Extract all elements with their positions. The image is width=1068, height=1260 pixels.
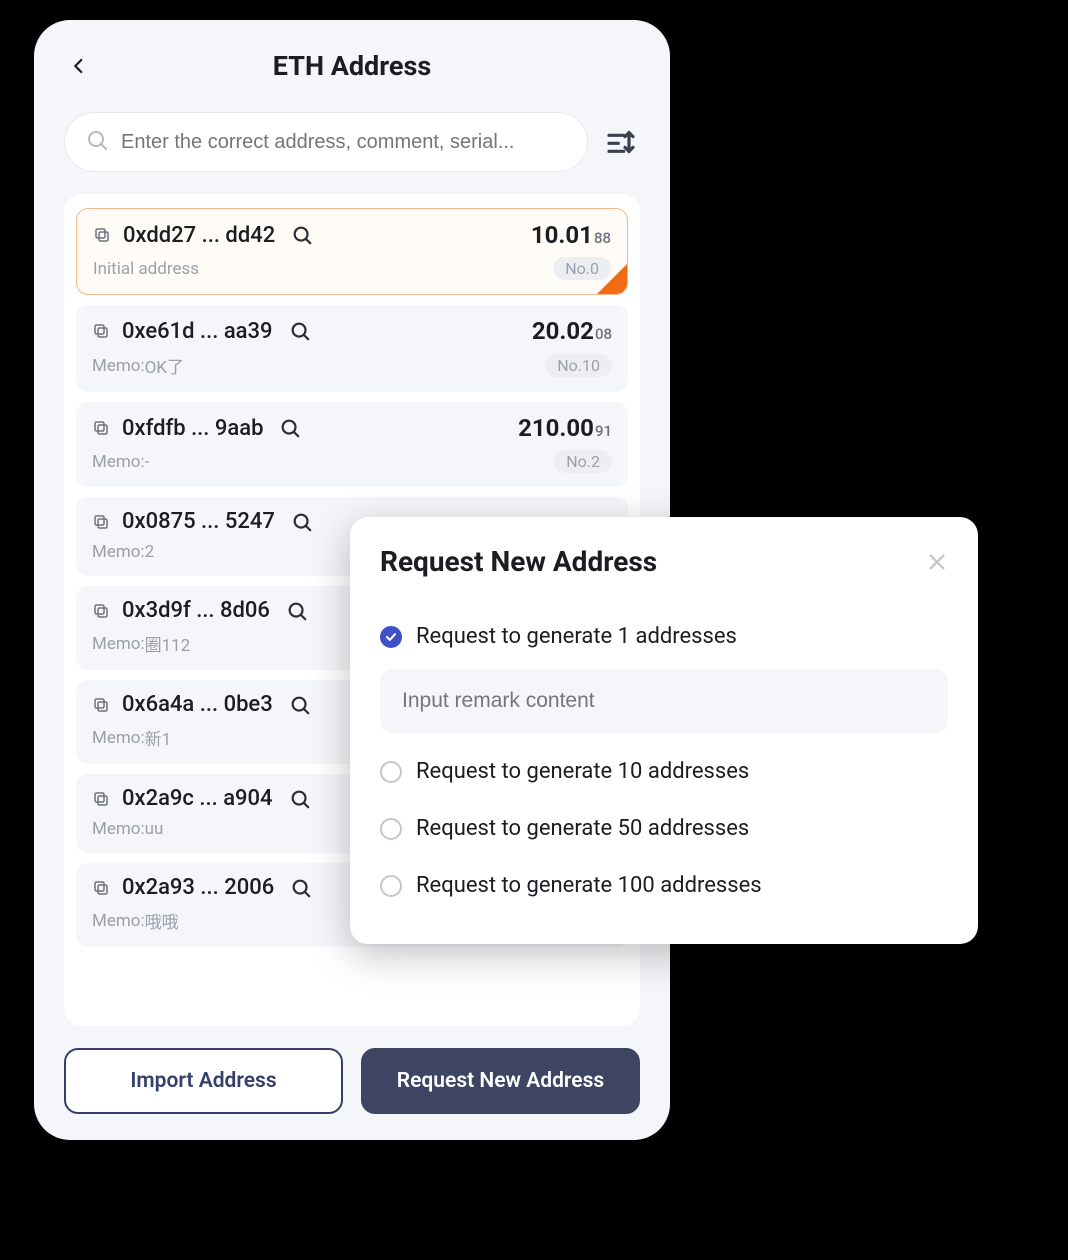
memo-value: 2 <box>145 542 155 562</box>
memo-label: Memo: <box>92 911 145 931</box>
magnify-icon[interactable] <box>279 417 301 439</box>
memo-value: 新1 <box>145 725 172 750</box>
address-card[interactable]: 0xfdfb ... 9aab 210.0091 Memo: - No.2 <box>76 402 628 487</box>
address-card-bottom-row: Initial address No.0 <box>93 257 611 280</box>
address-text: 0x3d9f ... 8d06 <box>122 598 270 623</box>
memo-label: Memo: <box>92 634 145 654</box>
address-card-top-row: 0xfdfb ... 9aab 210.0091 <box>92 414 612 442</box>
magnify-icon[interactable] <box>289 694 311 716</box>
radio-unchecked-icon[interactable] <box>380 761 402 783</box>
memo-value: OK了 <box>145 353 184 378</box>
balance: 20.0208 <box>532 317 612 345</box>
magnify-icon[interactable] <box>289 320 311 342</box>
balance: 210.0091 <box>518 414 612 442</box>
request-option-label: Request to generate 100 addresses <box>416 873 762 898</box>
search-icon <box>85 128 109 156</box>
radio-unchecked-icon[interactable] <box>380 818 402 840</box>
radio-checked-icon[interactable] <box>380 626 402 648</box>
address-card[interactable]: 0xdd27 ... dd42 10.0188 Initial address No.… <box>76 208 628 295</box>
sort-icon[interactable] <box>602 123 640 161</box>
serial-badge: No.2 <box>554 450 612 473</box>
copy-icon[interactable] <box>93 226 111 244</box>
copy-icon[interactable] <box>92 513 110 531</box>
address-text: 0x2a9c ... a904 <box>122 786 273 811</box>
balance-main: 210.00 <box>518 414 594 442</box>
address-card-top-row: 0xdd27 ... dd42 10.0188 <box>93 221 611 249</box>
memo-label: Memo: <box>92 356 145 376</box>
page-title: ETH Address <box>273 50 431 82</box>
address-text: 0x0875 ... 5247 <box>122 509 275 534</box>
search-box[interactable] <box>64 112 588 172</box>
magnify-icon[interactable] <box>291 224 313 246</box>
memo-value: uu <box>145 819 164 839</box>
balance: 10.0188 <box>531 221 611 249</box>
back-icon[interactable] <box>70 52 88 80</box>
radio-unchecked-icon[interactable] <box>380 875 402 897</box>
serial-badge: No.10 <box>545 354 612 377</box>
balance-main: 10.01 <box>531 221 593 249</box>
memo-label: Memo: <box>92 728 145 748</box>
request-new-address-modal: Request New Address Request to generate … <box>350 517 978 944</box>
copy-icon[interactable] <box>92 602 110 620</box>
magnify-icon[interactable] <box>291 511 313 533</box>
memo-label: Memo: <box>92 452 145 472</box>
request-option[interactable]: Request to generate 50 addresses <box>380 800 948 857</box>
remark-input[interactable] <box>380 669 948 733</box>
magnify-icon[interactable] <box>289 788 311 810</box>
balance-sub: 91 <box>595 422 612 440</box>
bottom-bar: Import Address Request New Address <box>34 1026 670 1140</box>
address-text: 0xdd27 ... dd42 <box>123 223 275 248</box>
copy-icon[interactable] <box>92 696 110 714</box>
modal-title: Request New Address <box>380 545 657 578</box>
request-option-label: Request to generate 10 addresses <box>416 759 749 784</box>
memo-value: - <box>145 452 150 472</box>
request-new-address-button[interactable]: Request New Address <box>361 1048 640 1114</box>
memo-label: Initial address <box>93 259 199 279</box>
balance-sub: 88 <box>594 229 611 247</box>
request-option[interactable]: Request to generate 10 addresses <box>380 743 948 800</box>
address-card[interactable]: 0xe61d ... aa39 20.0208 Memo: OK了 No.10 <box>76 305 628 392</box>
serial-badge: No.0 <box>553 257 611 280</box>
header: ETH Address <box>34 20 670 112</box>
request-option[interactable]: Request to generate 1 addresses <box>380 608 948 665</box>
address-text: 0x2a93 ... 2006 <box>122 875 274 900</box>
copy-icon[interactable] <box>92 322 110 340</box>
address-card-bottom-row: Memo: OK了 No.10 <box>92 353 612 378</box>
search-input[interactable] <box>121 131 567 154</box>
address-text: 0xfdfb ... 9aab <box>122 416 263 441</box>
copy-icon[interactable] <box>92 879 110 897</box>
memo-value: 哦哦 <box>145 908 179 933</box>
balance-main: 20.02 <box>532 317 594 345</box>
magnify-icon[interactable] <box>286 600 308 622</box>
memo-value: 圈112 <box>145 631 191 656</box>
address-card-top-row: 0xe61d ... aa39 20.0208 <box>92 317 612 345</box>
copy-icon[interactable] <box>92 790 110 808</box>
memo-label: Memo: <box>92 542 145 562</box>
memo-label: Memo: <box>92 819 145 839</box>
import-address-button[interactable]: Import Address <box>64 1048 343 1114</box>
address-card-bottom-row: Memo: - No.2 <box>92 450 612 473</box>
magnify-icon[interactable] <box>290 877 312 899</box>
balance-sub: 08 <box>595 325 612 343</box>
close-icon[interactable] <box>926 551 948 573</box>
request-option[interactable]: Request to generate 100 addresses <box>380 857 948 914</box>
copy-icon[interactable] <box>92 419 110 437</box>
request-option-label: Request to generate 50 addresses <box>416 816 749 841</box>
request-option-label: Request to generate 1 addresses <box>416 624 737 649</box>
address-text: 0x6a4a ... 0be3 <box>122 692 273 717</box>
address-text: 0xe61d ... aa39 <box>122 319 273 344</box>
search-row <box>34 112 670 186</box>
modal-header: Request New Address <box>380 545 948 578</box>
remark-input-wrap <box>380 665 948 743</box>
